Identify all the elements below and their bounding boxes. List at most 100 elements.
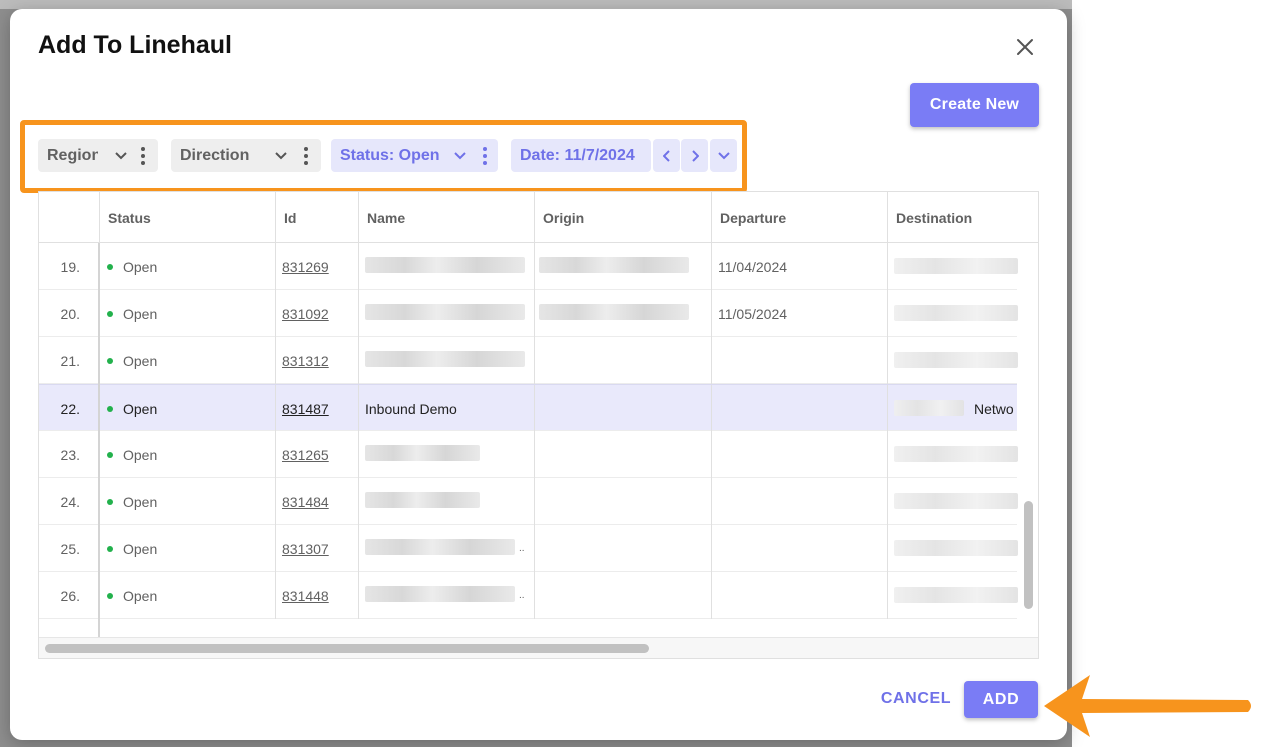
origin-cell	[534, 337, 711, 384]
id-cell: 831312	[275, 337, 358, 384]
origin-cell	[534, 572, 711, 619]
redacted-text	[365, 586, 515, 602]
redacted-text	[539, 257, 689, 273]
kebab-menu-icon[interactable]	[304, 147, 308, 165]
status-text: Open	[123, 258, 158, 275]
status-dot-icon	[107, 263, 113, 270]
id-link[interactable]: 831307	[276, 541, 329, 557]
id-link[interactable]: 831484	[276, 494, 329, 510]
redacted-text	[894, 493, 1018, 509]
table-row[interactable]: 20. Open 831092 11/05/2024	[39, 290, 1018, 337]
chevron-down-icon[interactable]	[275, 152, 287, 160]
destination-cell	[887, 337, 1018, 384]
chevron-down-icon[interactable]	[454, 152, 466, 160]
region-menu[interactable]	[98, 139, 158, 172]
next-date-button[interactable]	[681, 139, 708, 172]
name-cell	[358, 337, 534, 384]
table-row[interactable]: 26. Open 831448..	[39, 572, 1018, 619]
redacted-text	[365, 445, 480, 461]
destination-text: Netwo	[974, 400, 1014, 417]
date-filter-label: Date: 11/7/2024	[520, 146, 635, 164]
redacted-text	[365, 257, 525, 273]
column-header-status[interactable]: Status	[99, 192, 275, 243]
id-link[interactable]: 831448	[276, 588, 329, 604]
status-dot-icon	[107, 310, 113, 317]
id-link[interactable]: 831487	[276, 401, 329, 417]
redacted-text	[894, 305, 1018, 321]
cancel-button[interactable]: CANCEL	[876, 681, 956, 717]
direction-filter-label: Direction	[180, 146, 250, 164]
kebab-menu-icon[interactable]	[483, 147, 487, 165]
destination-cell: Netwo	[887, 385, 1017, 432]
status-menu[interactable]	[446, 139, 498, 172]
status-cell: Open	[99, 337, 275, 384]
row-number: 26.	[60, 587, 80, 604]
grid-header: Status Id Name Origin Departure Destinat…	[39, 191, 1038, 243]
status-dot-icon	[107, 592, 113, 599]
status-cell: Open	[99, 478, 275, 525]
redacted-text	[894, 258, 1018, 274]
status-filter[interactable]: Status: Open	[331, 139, 461, 172]
id-link[interactable]: 831269	[276, 259, 329, 275]
chevron-left-icon	[662, 149, 670, 162]
column-header-destination[interactable]: Destination	[887, 192, 1038, 243]
status-cell: Open	[99, 243, 275, 290]
origin-cell	[534, 290, 711, 337]
status-text: Open	[123, 540, 158, 557]
name-cell	[358, 431, 534, 478]
table-row[interactable]: 25. Open 831307..	[39, 525, 1018, 572]
name-cell	[358, 478, 534, 525]
redacted-text	[894, 587, 1018, 603]
date-picker-button[interactable]	[710, 139, 737, 172]
id-link[interactable]: 831265	[276, 447, 329, 463]
table-row[interactable]: 22. Open 831487 Inbound Demo Netwo	[39, 384, 1017, 432]
add-button[interactable]: ADD	[964, 681, 1038, 718]
destination-cell	[887, 290, 1018, 337]
id-link[interactable]: 831312	[276, 353, 329, 369]
direction-menu[interactable]	[263, 139, 321, 172]
prev-date-button[interactable]	[653, 139, 680, 172]
id-cell: 831448	[275, 572, 358, 619]
status-dot-icon	[107, 357, 113, 364]
row-number: 22.	[60, 400, 80, 417]
departure-cell	[711, 478, 887, 525]
id-cell: 831269	[275, 243, 358, 290]
vertical-scrollbar[interactable]	[1024, 501, 1033, 609]
chevron-down-icon[interactable]	[115, 152, 127, 160]
chevron-right-icon	[691, 149, 699, 162]
departure-cell	[711, 431, 887, 478]
redacted-text	[365, 539, 515, 555]
destination-cell	[887, 243, 1018, 290]
status-dot-icon	[107, 451, 113, 458]
status-cell: Open	[99, 431, 275, 478]
origin-cell	[534, 385, 711, 432]
row-number: 19.	[60, 258, 80, 275]
redacted-text	[365, 351, 525, 367]
row-number: 21.	[60, 352, 80, 369]
table-row[interactable]: 21. Open 831312	[39, 337, 1018, 384]
redacted-text	[365, 492, 480, 508]
horizontal-scrollbar[interactable]	[45, 644, 649, 653]
status-dot-icon	[107, 545, 113, 552]
date-filter[interactable]: Date: 11/7/2024	[511, 139, 651, 172]
departure-cell	[711, 337, 887, 384]
status-cell: Open	[99, 385, 275, 432]
linehaul-grid: Status Id Name Origin Departure Destinat…	[38, 191, 1039, 659]
column-header-departure[interactable]: Departure	[711, 192, 887, 243]
table-row[interactable]: 24. Open 831484	[39, 478, 1018, 525]
row-number: 20.	[60, 305, 80, 322]
create-new-button[interactable]: Create New	[910, 83, 1039, 127]
redacted-text	[894, 400, 964, 416]
origin-cell	[534, 243, 711, 290]
name-cell: Inbound Demo	[358, 385, 534, 432]
column-header-origin[interactable]: Origin	[534, 192, 711, 243]
close-icon[interactable]	[1013, 35, 1037, 59]
id-link[interactable]: 831092	[276, 306, 329, 322]
kebab-menu-icon[interactable]	[141, 147, 145, 165]
column-header-id[interactable]: Id	[275, 192, 358, 243]
column-header-name[interactable]: Name	[358, 192, 534, 243]
table-row[interactable]: 19. Open 831269 11/04/2024	[39, 243, 1018, 290]
table-row[interactable]: 23. Open 831265	[39, 431, 1018, 478]
status-dot-icon	[107, 405, 113, 412]
chevron-down-icon	[717, 151, 730, 159]
